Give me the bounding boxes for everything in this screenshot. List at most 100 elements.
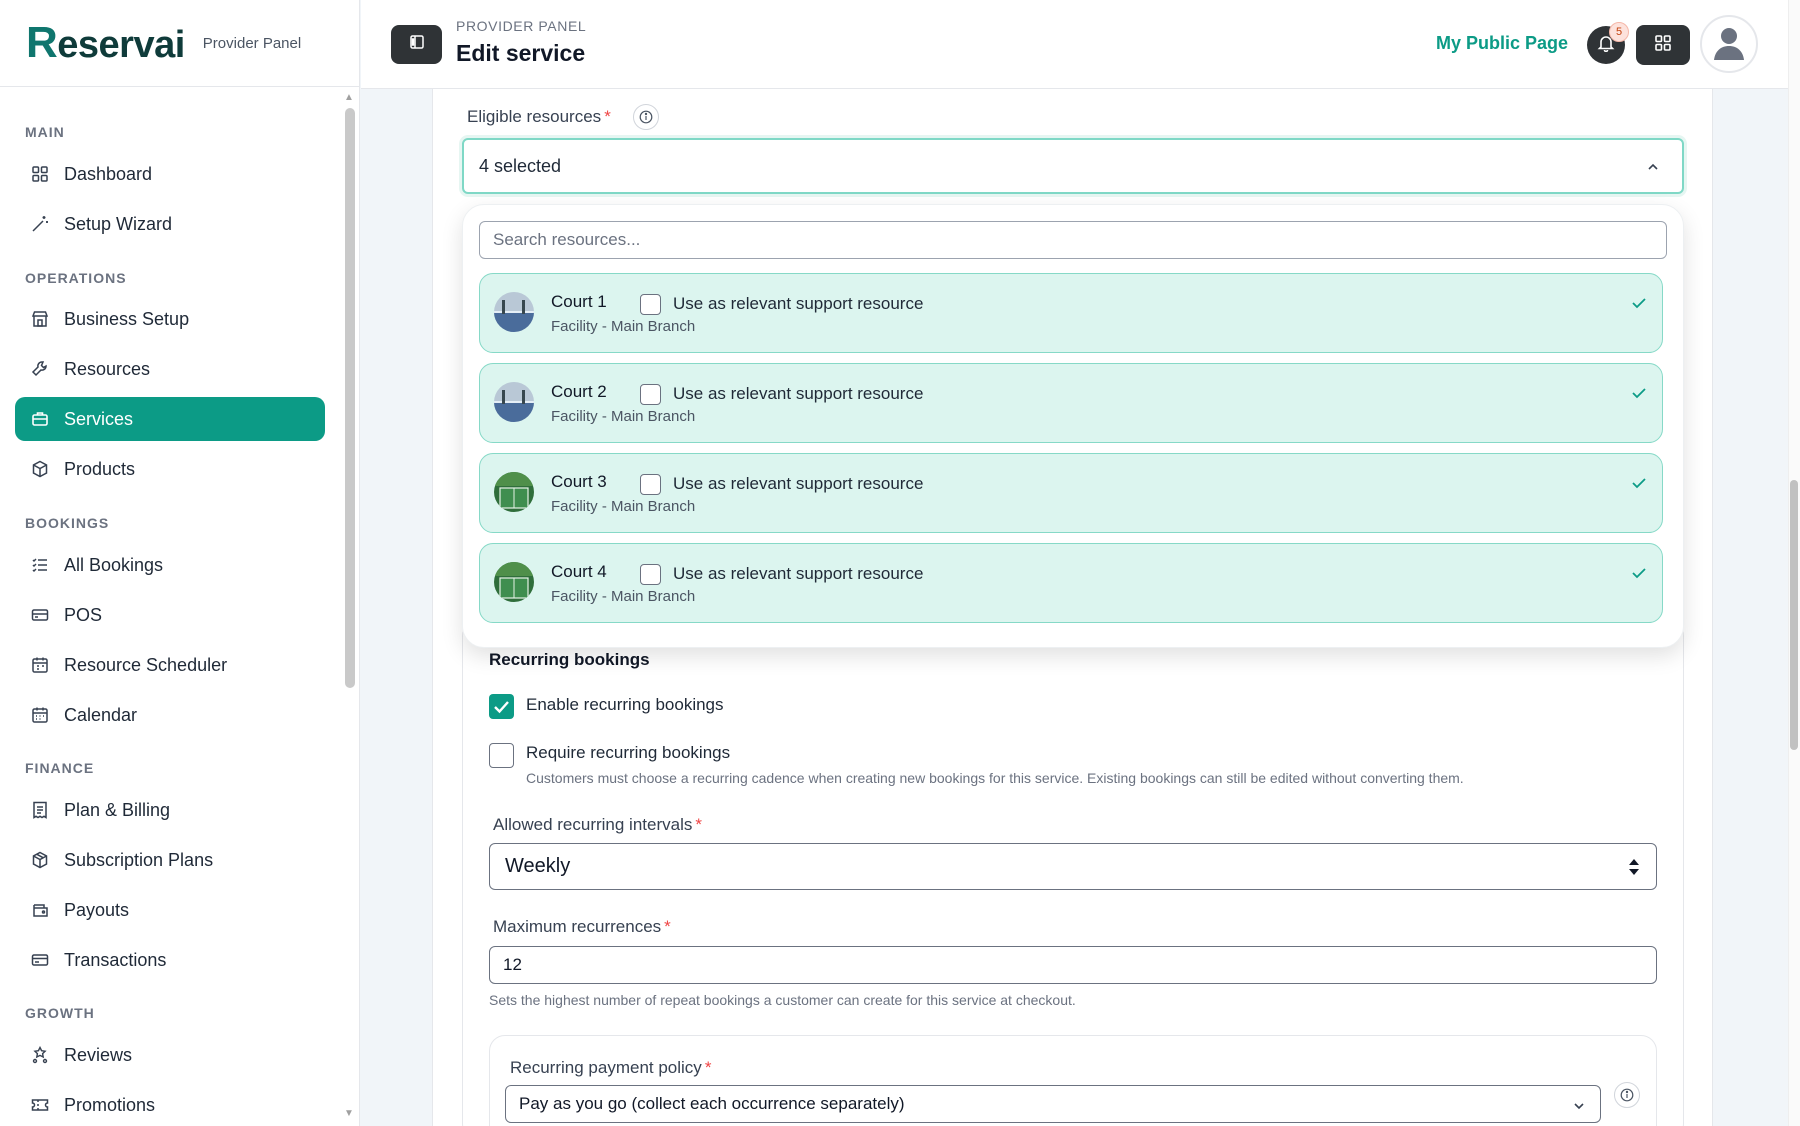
sidebar-item-dashboard[interactable]: Dashboard [15,152,325,196]
support-resource-label: Use as relevant support resource [673,474,924,493]
sidebar-item-subscription-plans[interactable]: Subscription Plans [15,838,325,882]
max-recurrences-label: Maximum recurrences * [493,917,671,937]
wallet-icon [30,900,50,920]
court-thumbnail [494,382,534,422]
sidebar-item-reviews[interactable]: Reviews [15,1033,325,1077]
resource-subtitle: Facility - Main Branch [551,408,696,425]
court-thumbnail [494,472,534,512]
resource-option[interactable]: Court 1 Use as relevant support resource… [479,273,1663,353]
intervals-select[interactable]: Weekly [489,843,1657,890]
package-icon [30,850,50,870]
sidebar-item-payouts[interactable]: Payouts [15,888,325,932]
required-mark: * [604,107,611,126]
calendar-clock-icon [30,655,50,675]
resource-subtitle: Facility - Main Branch [551,588,696,605]
support-resource-checkbox[interactable] [640,564,661,585]
sidebar-item-label: Calendar [64,704,138,725]
resource-search-input[interactable]: Search resources... [479,221,1667,259]
support-resource-checkbox[interactable] [640,294,661,315]
resource-option[interactable]: Court 3 Use as relevant support resource… [479,453,1663,533]
cube-icon [30,459,50,479]
max-recurrences-hint: Sets the highest number of repeat bookin… [489,992,1076,1008]
sidebar-item-pos[interactable]: POS [15,593,325,637]
resource-dropdown: Search resources... Court 1 Use as relev… [462,204,1684,648]
sidebar-item-label: Setup Wizard [64,213,173,234]
logo[interactable]: Reservai [26,18,185,68]
check-icon [1630,474,1648,497]
sidebar-item-services[interactable]: Services [15,397,325,441]
sidebar-item-label: Resources [64,358,151,379]
page-title: Edit service [456,40,586,66]
wrench-icon [30,359,50,379]
info-icon[interactable] [1614,1082,1640,1108]
required-mark: * [695,815,702,834]
store-icon [30,309,50,329]
intervals-label-text: Allowed recurring intervals [493,815,693,834]
resource-option[interactable]: Court 2 Use as relevant support resource… [479,363,1663,443]
resource-name: Court 3 [551,472,607,491]
section-finance: FINANCE [25,760,95,776]
scroll-up-arrow-icon[interactable]: ▲ [344,92,354,103]
user-avatar[interactable] [1700,15,1758,73]
required-mark: * [704,1058,712,1077]
resource-option[interactable]: Court 4 Use as relevant support resource… [479,543,1663,623]
notification-badge: 5 [1609,22,1629,42]
sidebar-scrollbar[interactable] [345,108,355,688]
section-main: MAIN [25,124,65,140]
grid-icon [1654,34,1672,57]
eligible-resources-label-text: Eligible resources [467,107,602,126]
sidebar-item-setup-wizard[interactable]: Setup Wizard [15,202,325,246]
sidebar-item-business-setup[interactable]: Business Setup [15,297,325,341]
sidebar-item-transactions[interactable]: Transactions [15,938,325,982]
max-recurrences-value: 12 [503,955,522,974]
panel-toggle-icon [409,34,425,55]
sidebar-toggle-button[interactable] [391,25,442,64]
sidebar-item-label: Services [64,408,134,429]
my-public-page-link[interactable]: My Public Page [1436,33,1568,54]
sidebar-item-label: Reviews [64,1044,133,1065]
credit-card-icon [30,950,50,970]
sidebar-item-promotions[interactable]: Promotions [15,1083,325,1126]
required-mark: * [664,917,671,936]
sidebar-nav: MAIN Dashboard Setup Wizard OPERATIONS B… [0,88,339,1126]
user-icon [1709,22,1749,67]
scroll-down-arrow-icon[interactable]: ▼ [344,1108,354,1119]
support-resource-checkbox[interactable] [640,474,661,495]
resource-subtitle: Facility - Main Branch [551,318,696,335]
page-eyebrow: PROVIDER PANEL [456,18,587,34]
logo-text: eservai [57,24,185,66]
sidebar-item-plan-billing[interactable]: Plan & Billing [15,788,325,832]
intervals-value: Weekly [505,855,571,877]
brand-subtitle: Provider Panel [202,34,302,52]
chevron-up-icon [1646,158,1660,179]
sidebar-item-resources[interactable]: Resources [15,347,325,391]
section-bookings: BOOKINGS [25,515,110,531]
sidebar-item-label: Plan & Billing [64,799,171,820]
eligible-resources-select[interactable]: 4 selected [462,138,1684,194]
enable-recurring-label: Enable recurring bookings [526,695,724,714]
sidebar-item-all-bookings[interactable]: All Bookings [15,543,325,587]
max-recurrences-input[interactable]: 12 [489,946,1657,984]
sidebar-item-resource-scheduler[interactable]: Resource Scheduler [15,643,325,687]
support-resource-checkbox[interactable] [640,384,661,405]
apps-button[interactable] [1636,25,1690,65]
sidebar-item-products[interactable]: Products [15,447,325,491]
sidebar-item-label: Promotions [64,1094,156,1115]
selected-count: 4 selected [479,155,562,176]
sidebar-item-calendar[interactable]: Calendar [15,693,325,737]
briefcase-icon [30,409,50,429]
receipt-icon [30,800,50,820]
support-resource-label: Use as relevant support resource [673,384,924,403]
require-recurring-checkbox[interactable] [489,743,514,768]
payment-policy-label-text: Recurring payment policy [510,1058,702,1077]
court-thumbnail [494,292,534,332]
page-scrollbar-thumb[interactable] [1790,480,1798,750]
notifications-button[interactable]: 5 [1587,22,1629,64]
list-icon [30,555,50,575]
info-icon[interactable] [633,104,659,130]
eligible-resources-label: Eligible resources * [467,107,611,127]
payment-policy-select[interactable]: Pay as you go (collect each occurrence s… [505,1085,1601,1123]
enable-recurring-checkbox[interactable] [489,694,514,719]
max-recurrences-label-text: Maximum recurrences [493,917,662,936]
sidebar: Reservai Provider Panel MAIN Dashboard S… [0,0,360,1126]
